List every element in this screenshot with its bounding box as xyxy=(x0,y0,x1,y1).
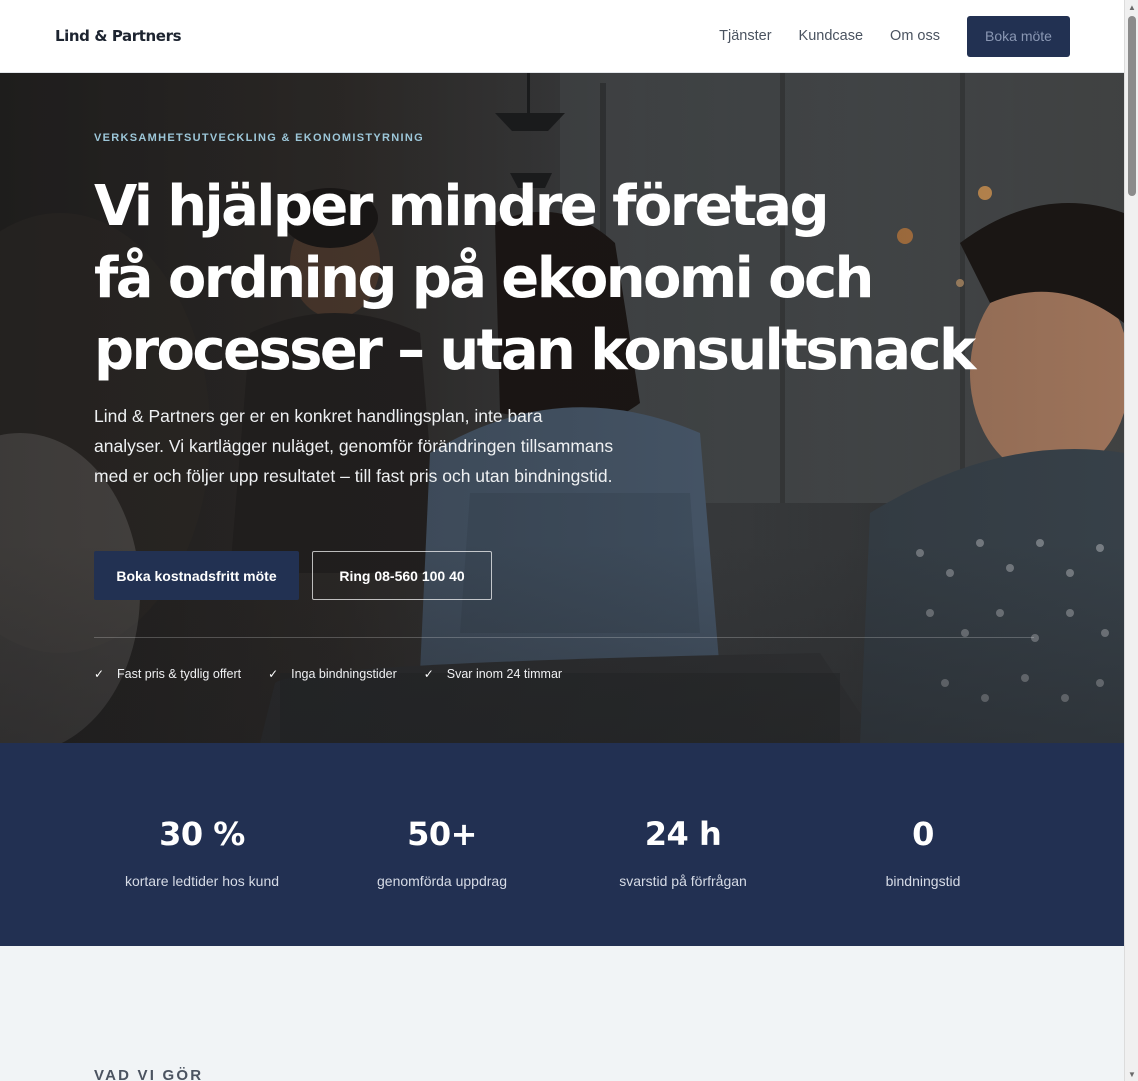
benefit-item: ✓ Svar inom 24 timmar xyxy=(424,667,562,681)
main-nav: Tjänster Kundcase Om oss Boka möte xyxy=(719,15,1070,57)
hero-headline: Vi hjälper mindre företag få ordning på … xyxy=(94,171,994,387)
stats-section: 30 % kortare ledtider hos kund 50+ genom… xyxy=(0,743,1124,946)
site-header: Lind & Partners Tjänster Kundcase Om oss… xyxy=(0,0,1124,73)
stat-label: svarstid på förfrågan xyxy=(619,873,747,889)
page-viewport: Lind & Partners Tjänster Kundcase Om oss… xyxy=(0,0,1124,1081)
page-scrollbar[interactable]: ▲ ▼ xyxy=(1124,0,1138,1081)
check-icon: ✓ xyxy=(94,667,105,681)
stat-item: 0 bindningstid xyxy=(803,815,1043,889)
hero-eyebrow: VERKSAMHETSUTVECKLING & EKONOMISTYRNING xyxy=(94,132,424,144)
hero-headline-line-2: få ordning på ekonomi och xyxy=(94,246,874,311)
stat-value: 24 h xyxy=(644,815,722,853)
benefit-item: ✓ Fast pris & tydlig offert xyxy=(94,667,241,681)
benefits-list: ✓ Fast pris & tydlig offert ✓ Inga bindn… xyxy=(94,667,589,681)
hero-divider xyxy=(94,637,1034,638)
services-eyebrow: VAD VI GÖR xyxy=(94,1067,204,1081)
call-phone-button[interactable]: Ring 08-560 100 40 xyxy=(312,551,492,600)
stat-label: kortare ledtider hos kund xyxy=(124,873,280,889)
check-icon: ✓ xyxy=(268,667,279,681)
hero-headline-line-1: Vi hjälper mindre företag xyxy=(94,174,830,239)
nav-link-kundcase[interactable]: Kundcase xyxy=(799,28,864,44)
book-free-meeting-button[interactable]: Boka kostnadsfritt möte xyxy=(94,551,299,600)
stat-label: bindningstid xyxy=(885,873,961,889)
check-icon: ✓ xyxy=(423,667,434,681)
stat-label: genomförda uppdrag xyxy=(377,873,507,889)
scroll-up-arrow-icon[interactable]: ▲ xyxy=(1125,0,1138,14)
benefit-label: Fast pris & tydlig offert xyxy=(117,667,242,681)
services-section: VAD VI GÖR xyxy=(0,946,1124,1081)
benefit-item: ✓ Inga bindningstider xyxy=(268,667,397,681)
stat-item: 30 % kortare ledtider hos kund xyxy=(82,815,322,889)
book-meeting-button[interactable]: Boka möte xyxy=(967,15,1070,57)
benefit-label: Svar inom 24 timmar xyxy=(446,667,563,681)
stat-item: 50+ genomförda uppdrag xyxy=(322,815,562,889)
hero-headline-line-3: processer – utan konsultsnack xyxy=(94,318,976,383)
stat-value: 30 % xyxy=(159,815,245,853)
stat-item: 24 h svarstid på förfrågan xyxy=(563,815,803,889)
hero-section: VERKSAMHETSUTVECKLING & EKONOMISTYRNING … xyxy=(0,73,1124,743)
nav-link-om-oss[interactable]: Om oss xyxy=(890,28,940,44)
hero-lead: Lind & Partners ger er en konkret handli… xyxy=(94,406,614,486)
stat-value: 50+ xyxy=(407,815,477,853)
logo[interactable]: Lind & Partners xyxy=(55,27,182,45)
nav-link-tjanster[interactable]: Tjänster xyxy=(719,28,771,44)
scrollbar-thumb[interactable] xyxy=(1128,16,1136,196)
stat-value: 0 xyxy=(912,815,934,853)
benefit-label: Inga bindningstider xyxy=(291,667,397,681)
scroll-down-arrow-icon[interactable]: ▼ xyxy=(1125,1067,1138,1081)
